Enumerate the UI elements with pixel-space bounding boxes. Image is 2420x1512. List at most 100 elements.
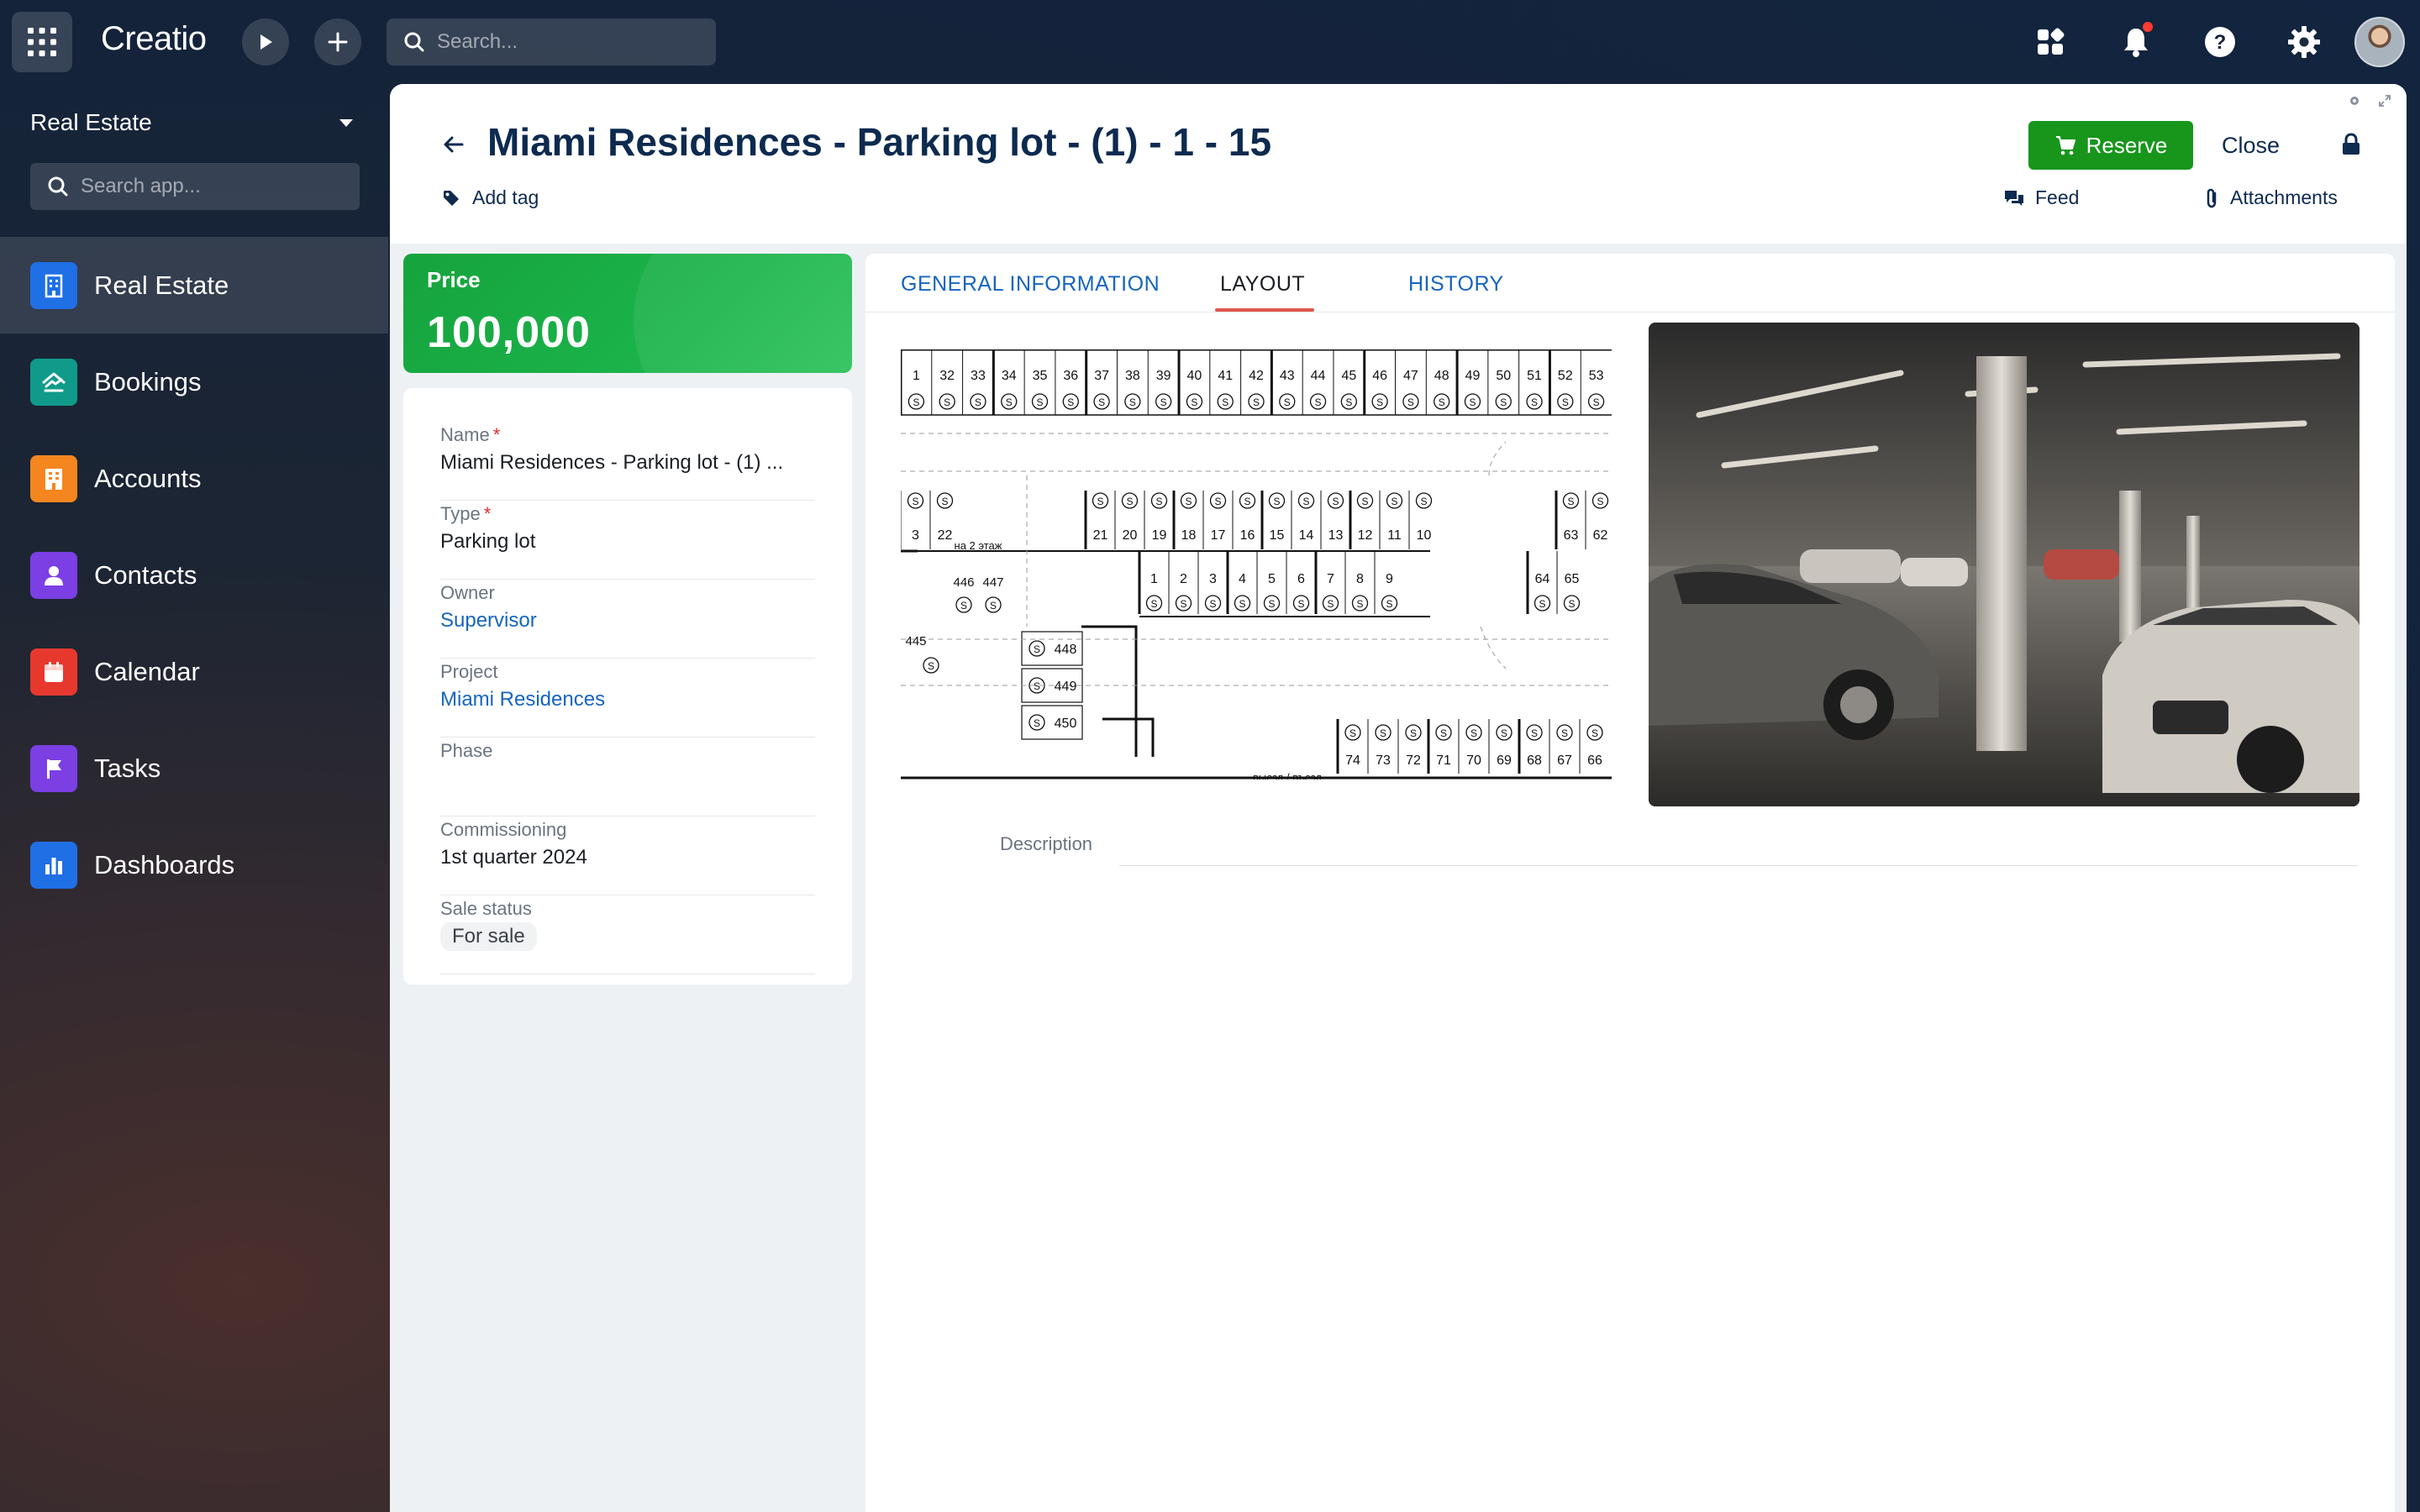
workspace-switcher[interactable]: Real Estate	[30, 106, 358, 139]
commissioning-field[interactable]: Commissioning 1st quarter 2024	[440, 816, 815, 895]
spot-number: 34	[1002, 369, 1017, 383]
spot-symbol-letter: S	[1561, 727, 1568, 739]
spot-number: 41	[1218, 369, 1233, 383]
spot-number: 446	[953, 575, 974, 590]
help-button[interactable]: ?	[2196, 18, 2244, 66]
spot-symbol-letter: S	[1253, 396, 1260, 408]
settings-button[interactable]	[2281, 18, 2328, 66]
name-value: Miami Residences - Parking lot - (1) ...	[440, 451, 784, 474]
create-button[interactable]	[314, 18, 361, 66]
sale-status-field[interactable]: Sale status For sale	[440, 895, 815, 974]
feed-button[interactable]: Feed	[2003, 186, 2079, 209]
sale-status-label: Sale status	[440, 898, 532, 919]
spot-number: 13	[1328, 528, 1344, 543]
calendar-icon	[30, 648, 77, 696]
chat-icon	[2005, 190, 2023, 206]
lock-button[interactable]	[2338, 131, 2365, 158]
spot-number: 65	[1565, 572, 1580, 586]
spot-number: 68	[1527, 753, 1542, 768]
parking-garage-photo	[1649, 323, 2360, 806]
spot-number: 42	[1249, 369, 1264, 383]
global-search-input[interactable]	[437, 30, 689, 54]
spot-symbol-letter: S	[1407, 396, 1414, 408]
notifications-button[interactable]	[2112, 18, 2160, 66]
parking-floor-plan[interactable]: 1S32S33S34S35S36S37S38S39S40S41S42S43S44…	[901, 349, 1612, 780]
app-search-input[interactable]	[81, 175, 350, 198]
spot-symbol-letter: S	[1034, 680, 1040, 692]
app-launcher-button[interactable]	[12, 12, 72, 72]
apps-button[interactable]	[2027, 18, 2074, 66]
project-link[interactable]: Miami Residences	[440, 685, 815, 714]
attachments-button[interactable]: Attachments	[2203, 186, 2338, 209]
fullscreen-button[interactable]	[2376, 92, 2393, 109]
spot-symbol-letter: S	[1420, 496, 1427, 507]
description-field[interactable]	[1119, 865, 2358, 866]
required-marker: *	[483, 503, 492, 524]
spot-symbol-letter: S	[1469, 396, 1476, 408]
commissioning-value: 1st quarter 2024	[440, 846, 587, 869]
spot-symbol-letter: S	[1034, 717, 1040, 729]
reserve-button[interactable]: Reserve	[2028, 121, 2193, 170]
spot-number: 448	[1055, 643, 1077, 657]
spot-symbol-letter: S	[1332, 496, 1339, 507]
price-label: Price	[427, 267, 481, 292]
search-icon	[48, 176, 68, 197]
paperclip-icon	[2207, 188, 2217, 207]
spot-symbol-letter: S	[1361, 496, 1368, 507]
spot-number: 67	[1557, 753, 1572, 768]
sidebar-item-real-estate[interactable]: Real Estate	[0, 237, 388, 333]
tab-general-information[interactable]: GENERAL INFORMATION	[901, 272, 1160, 297]
spot-number: 33	[971, 369, 986, 383]
user-avatar[interactable]	[2354, 17, 2405, 67]
sidebar-item-accounts[interactable]: Accounts	[0, 430, 388, 527]
global-search[interactable]	[387, 18, 716, 66]
spot-number: 5	[1268, 572, 1276, 586]
spot-number: 43	[1280, 369, 1295, 383]
app-search[interactable]	[30, 163, 360, 210]
svg-text:?: ?	[2214, 31, 2227, 54]
phase-field[interactable]: Phase	[440, 738, 815, 816]
spot-number: 32	[939, 369, 955, 383]
page-title: Miami Residences - Parking lot - (1) - 1…	[487, 120, 1272, 164]
spot-symbol-letter: S	[1593, 396, 1600, 408]
person-icon	[30, 551, 77, 599]
spot-symbol-letter: S	[1500, 396, 1507, 408]
close-button[interactable]: Close	[2222, 121, 2280, 170]
owner-link[interactable]: Supervisor	[440, 606, 815, 635]
sale-status-chip: For sale	[440, 922, 537, 951]
sidebar-item-tasks[interactable]: Tasks	[0, 720, 388, 816]
cart-icon	[2055, 136, 2075, 155]
spot-symbol-letter: S	[975, 396, 981, 408]
sidebar-item-contacts[interactable]: Contacts	[0, 527, 388, 623]
spot-symbol-letter: S	[1356, 598, 1363, 610]
spot-number: 62	[1593, 528, 1608, 543]
sidebar-item-calendar[interactable]: Calendar	[0, 623, 388, 720]
office-icon	[30, 454, 77, 502]
spot-symbol-letter: S	[1591, 727, 1598, 739]
page-header: Miami Residences - Parking lot - (1) - 1…	[390, 84, 2407, 244]
sidebar-nav: Real Estate Bookings Accounts Contacts C…	[0, 237, 388, 913]
project-field[interactable]: Project Miami Residences	[440, 659, 815, 738]
spot-symbol-letter: S	[1345, 396, 1352, 408]
owner-field[interactable]: Owner Supervisor	[440, 580, 815, 659]
sidebar-item-dashboards[interactable]: Dashboards	[0, 816, 388, 913]
type-field[interactable]: Type * Parking lot	[440, 501, 815, 580]
page-settings-button[interactable]	[2346, 92, 2363, 109]
tab-history[interactable]: HISTORY	[1408, 272, 1504, 297]
sidebar-item-label: Contacts	[94, 559, 197, 590]
spot-symbol-letter: S	[1380, 727, 1386, 739]
spot-number: 51	[1527, 369, 1542, 383]
sidebar-item-bookings[interactable]: Bookings	[0, 333, 388, 430]
run-process-button[interactable]	[242, 18, 289, 66]
spot-symbol-letter: S	[1284, 396, 1291, 408]
spot-number: 74	[1345, 753, 1360, 768]
name-field[interactable]: Name * Miami Residences - Parking lot - (…	[440, 422, 815, 501]
spot-symbol-letter: S	[1209, 598, 1216, 610]
tab-layout[interactable]: LAYOUT	[1220, 272, 1305, 297]
workspace-name: Real Estate	[30, 109, 152, 135]
spot-symbol-letter: S	[1037, 396, 1044, 408]
add-tag-button[interactable]: Add tag	[442, 186, 539, 209]
spot-number: 20	[1123, 528, 1138, 543]
back-button[interactable]	[437, 128, 471, 161]
sidebar-item-label: Real Estate	[94, 270, 229, 300]
